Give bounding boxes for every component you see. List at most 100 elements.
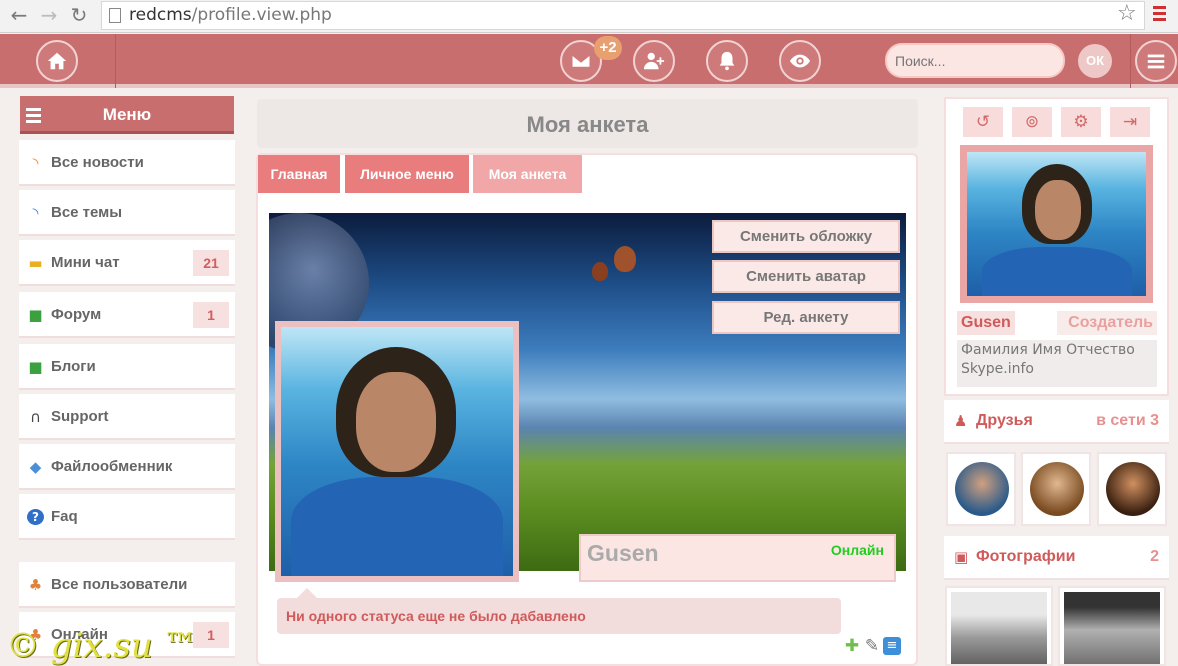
file-exchange-icon: ◆ xyxy=(29,458,42,476)
settings-button[interactable]: ⚙ xyxy=(1061,107,1101,137)
address-bar[interactable]: redcms/profile.view.php xyxy=(101,1,1145,30)
friends-header[interactable]: ♟ Друзья в сети 3 xyxy=(944,400,1169,444)
bookmark-star-icon[interactable]: ☆ xyxy=(1117,1,1137,26)
menu-header[interactable]: Меню xyxy=(20,96,234,134)
tab-personal-menu[interactable]: Личное меню xyxy=(345,155,469,193)
guests-button[interactable] xyxy=(779,40,821,82)
notifications-button[interactable] xyxy=(706,40,748,82)
browser-toolbar: ← → ↻ redcms/profile.view.php ☆ xyxy=(0,0,1178,33)
blog-icon: ■ xyxy=(28,358,43,376)
friend-avatar[interactable] xyxy=(946,452,1016,526)
sidebar-item-all-topics[interactable]: ◝ Все темы xyxy=(19,190,235,236)
forum-icon: ■ xyxy=(28,306,43,324)
watermark: © gix.su ™ xyxy=(6,626,198,666)
left-sidebar: Меню ◝ Все новости ◝ Все темы ▬ Мини чат… xyxy=(12,92,240,666)
menu-bars-icon xyxy=(26,108,41,126)
photos-count: 2 xyxy=(1150,548,1159,565)
reload-icon[interactable]: ↻ xyxy=(68,4,90,26)
rss-icon: ◝ xyxy=(32,154,39,172)
gamepad-icon: ⊚ xyxy=(1024,112,1040,132)
chat-icon: ▬ xyxy=(28,254,43,272)
sidebar-item-all-users[interactable]: ♣ Все пользователи xyxy=(19,562,235,608)
main-menu-button[interactable] xyxy=(1135,40,1177,82)
photos-header[interactable]: ▣ Фотографии 2 xyxy=(944,536,1169,580)
sidebar-item-faq[interactable]: ? Faq xyxy=(19,494,235,540)
avatar xyxy=(1106,462,1160,516)
avatar[interactable] xyxy=(275,321,519,582)
envelope-icon xyxy=(571,53,591,69)
sidebar-item-label: Все темы xyxy=(51,204,123,221)
photo-shirt xyxy=(291,477,503,576)
friends-online-count: в сети 3 xyxy=(1096,412,1159,429)
browser-menu-icon[interactable] xyxy=(1153,6,1166,23)
avatar xyxy=(955,462,1009,516)
sidebar-item-label: Support xyxy=(51,408,109,425)
sidebar-item-forum[interactable]: ■ Форум 1 xyxy=(19,292,235,338)
bell-icon xyxy=(719,51,735,71)
hamburger-icon xyxy=(1147,54,1165,69)
photos-title: Фотографии xyxy=(976,548,1076,565)
forward-icon[interactable]: → xyxy=(38,4,60,26)
search-ok-button[interactable]: ОК xyxy=(1078,44,1112,78)
friend-avatar[interactable] xyxy=(1021,452,1091,526)
avatar xyxy=(1030,462,1084,516)
games-button[interactable]: ⊚ xyxy=(1012,107,1052,137)
tab-my-profile[interactable]: Моя анкета xyxy=(473,155,582,193)
friend-requests-button[interactable] xyxy=(633,40,675,82)
count-badge: 1 xyxy=(193,302,229,328)
sidebar-item-label: Все пользователи xyxy=(51,576,188,593)
menu-cell xyxy=(1130,34,1178,88)
page-icon xyxy=(109,8,121,23)
gears-icon: ⚙ xyxy=(1073,112,1089,132)
sidebar-item-mini-chat[interactable]: ▬ Мини чат 21 xyxy=(19,240,235,286)
change-avatar-button[interactable]: Сменить аватар xyxy=(712,260,900,293)
rss-icon: ◝ xyxy=(32,204,39,222)
tab-main[interactable]: Главная xyxy=(258,155,340,193)
car-photo xyxy=(951,592,1047,664)
sidebar-avatar[interactable] xyxy=(960,145,1153,303)
home-icon xyxy=(47,52,67,70)
headset-icon: ∩ xyxy=(30,408,41,426)
photo-face xyxy=(356,372,436,472)
home-cell xyxy=(0,34,116,88)
profile-username: Gusen xyxy=(957,311,1015,335)
user-icon: ♟ xyxy=(954,412,968,430)
balloon-graphic xyxy=(592,262,608,281)
edit-profile-button[interactable]: Ред. анкету xyxy=(712,301,900,334)
sidebar-item-support[interactable]: ∩ Support xyxy=(19,394,235,440)
sidebar-item-label: Faq xyxy=(51,508,78,525)
count-badge: 21 xyxy=(193,250,229,276)
address-text: redcms/profile.view.php xyxy=(129,5,332,25)
exit-icon: ⇥ xyxy=(1122,112,1138,132)
sidebar-item-file-exchange[interactable]: ◆ Файлообменник xyxy=(19,444,235,490)
refresh-button[interactable]: ↺ xyxy=(963,107,1003,137)
sidebar-item-label: Форум xyxy=(51,306,102,323)
car-photo xyxy=(1064,592,1160,664)
sidebar-item-label: Блоги xyxy=(51,358,96,375)
username-box: Gusen Онлайн xyxy=(579,534,896,582)
full-name: Фамилия Имя Отчество xyxy=(961,342,1135,358)
add-icon[interactable]: ✚ xyxy=(843,637,861,655)
status-message[interactable]: Ни одного статуса еще не было дабавлено xyxy=(277,588,841,634)
eye-icon xyxy=(789,54,811,68)
pencil-icon[interactable]: ✎ xyxy=(863,637,881,655)
image-icon: ▣ xyxy=(954,548,969,566)
sidebar-item-label: Все новости xyxy=(51,154,144,171)
messages-badge: +2 xyxy=(594,36,622,60)
undo-icon: ↺ xyxy=(975,112,991,132)
sidebar-item-all-news[interactable]: ◝ Все новости xyxy=(19,140,235,186)
home-button[interactable] xyxy=(36,40,78,82)
friend-avatar[interactable] xyxy=(1097,452,1167,526)
photo-shirt xyxy=(982,247,1132,296)
logout-button[interactable]: ⇥ xyxy=(1110,107,1150,137)
photo-thumbnail[interactable] xyxy=(945,586,1053,666)
top-navbar: +2 ОК xyxy=(0,34,1178,88)
list-icon[interactable]: ≡ xyxy=(883,637,901,655)
sidebar-item-label: Мини чат xyxy=(51,254,120,271)
sidebar-item-blogs[interactable]: ■ Блоги xyxy=(19,344,235,390)
change-cover-button[interactable]: Сменить обложку xyxy=(712,220,900,253)
search-input[interactable] xyxy=(885,43,1065,78)
back-icon[interactable]: ← xyxy=(8,4,30,26)
photo-thumbnail[interactable] xyxy=(1058,586,1166,666)
friends-title: Друзья xyxy=(976,412,1033,429)
